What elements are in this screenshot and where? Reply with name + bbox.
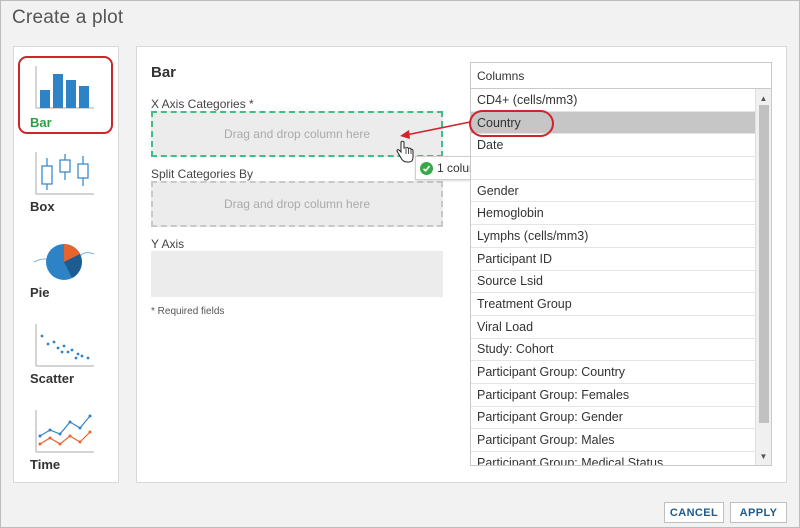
columns-scrollbar[interactable]: ▲ ▼ [755,89,771,465]
scroll-up-icon[interactable]: ▲ [756,91,771,105]
column-item[interactable]: Participant Group: Gender [471,407,755,430]
chart-type-time[interactable]: Time [18,400,113,478]
chart-type-pie[interactable]: Pie [18,228,113,306]
apply-button[interactable]: APPLY [730,502,787,523]
x-axis-placeholder: Drag and drop column here [223,127,371,141]
section-title: Bar [151,64,177,81]
split-categories-label: Split Categories By [151,167,254,181]
create-plot-dialog: Create a plot Bar Box Pie Scatter Time B… [0,0,800,528]
scroll-down-icon[interactable]: ▼ [756,449,771,463]
column-item[interactable]: Source Lsid [471,271,755,294]
column-item[interactable]: Study: Cohort [471,339,755,362]
chart-type-label: Time [30,457,61,472]
chart-type-label: Box [30,199,55,214]
cancel-button[interactable]: CANCEL [664,502,724,523]
pie-chart-icon [33,244,95,280]
chart-type-scatter[interactable]: Scatter [18,314,113,392]
column-item[interactable]: Participant Group: Medical Status [471,452,755,465]
split-categories-dropzone[interactable]: Drag and drop column here [151,181,443,227]
column-item[interactable]: Participant Group: Males [471,429,755,452]
chart-type-box[interactable]: Box [18,142,113,220]
columns-header-label: Columns [477,68,525,83]
split-placeholder: Drag and drop column here [223,197,371,211]
column-item[interactable]: Date [471,134,755,158]
x-axis-label: X Axis Categories * [151,97,254,111]
column-item[interactable]: Lymphs (cells/mm3) [471,225,755,248]
column-item[interactable] [471,157,755,180]
chart-type-bar[interactable]: Bar [18,56,113,134]
chart-type-label: Bar [30,115,52,130]
box-plot-icon [35,152,94,195]
chart-type-label: Pie [30,285,50,300]
column-item[interactable]: Gender [471,180,755,203]
scroll-thumb[interactable] [759,105,769,423]
check-circle-icon [420,161,433,175]
hand-cursor-icon [396,140,414,163]
bar-chart-icon [35,66,94,109]
scatter-plot-icon [35,324,94,367]
chart-type-panel: Bar Box Pie Scatter Time [13,46,119,483]
column-item[interactable]: CD4+ (cells/mm3) [471,89,755,112]
y-axis-dropzone[interactable] [151,251,443,297]
column-item[interactable]: Participant Group: Females [471,384,755,407]
time-chart-icon [35,410,94,453]
column-item[interactable]: Hemoglobin [471,202,755,226]
columns-header: Columns [470,62,772,89]
y-axis-label: Y Axis [151,237,185,251]
required-fields-note: * Required fields [151,306,225,317]
column-item[interactable]: Viral Load [471,316,755,339]
country-highlight-ellipse [469,110,554,137]
columns-list[interactable]: CD4+ (cells/mm3) Country Date Gender Hem… [470,88,772,466]
column-item[interactable]: Participant ID [471,248,755,271]
column-item[interactable]: Participant Group: Country [471,361,755,384]
plot-config-panel: Bar X Axis Categories * Drag and drop co… [136,46,787,483]
column-item[interactable]: Treatment Group [471,293,755,316]
dialog-title: Create a plot [12,7,124,28]
chart-type-label: Scatter [30,371,75,386]
